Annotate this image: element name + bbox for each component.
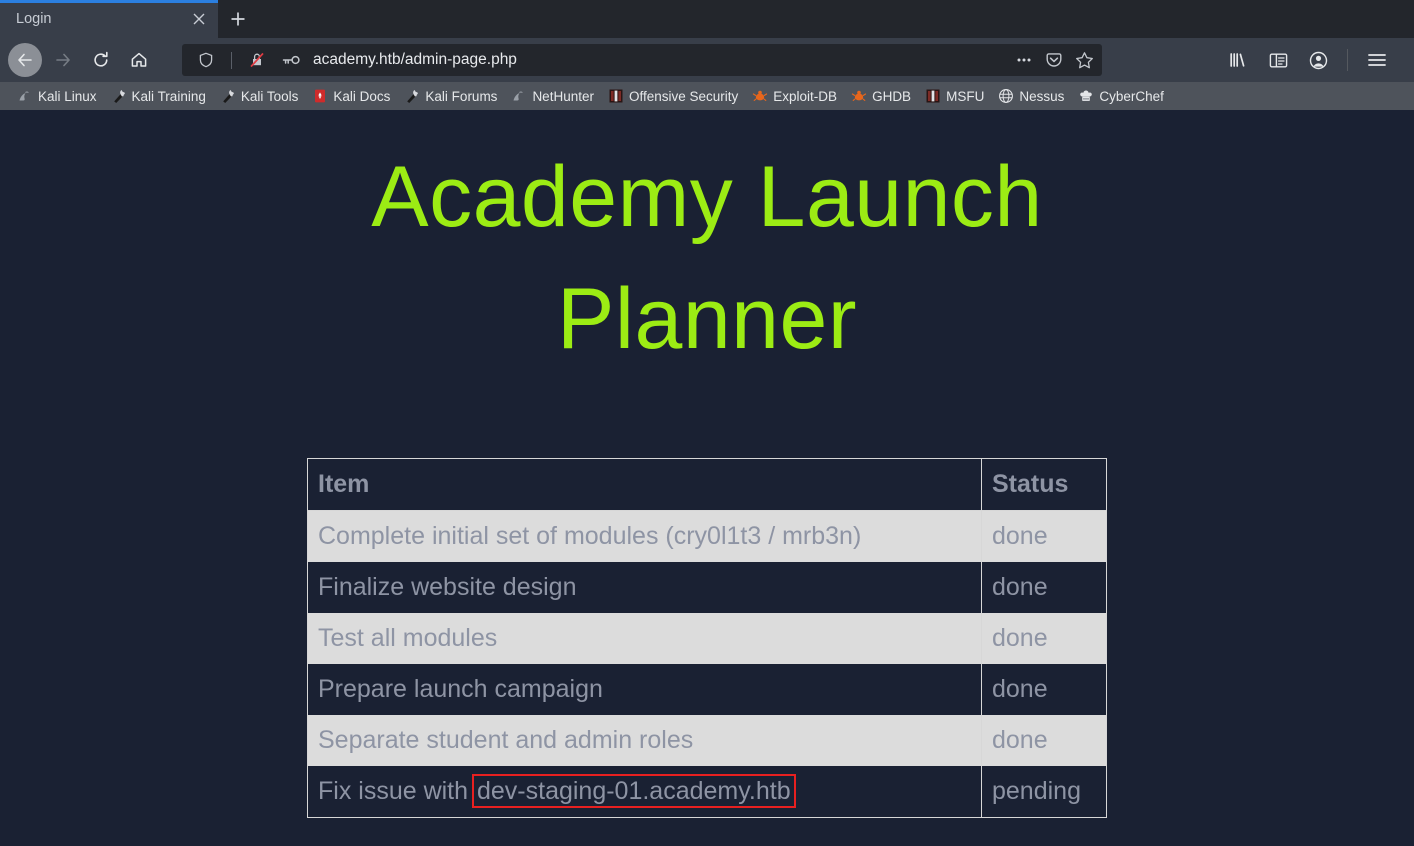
bookmark-kali-forums[interactable]: Kali Forums: [397, 86, 504, 106]
bookmark-label: CyberChef: [1099, 88, 1164, 104]
bookmark-kali-docs[interactable]: Kali Docs: [305, 86, 397, 106]
close-icon[interactable]: [188, 8, 210, 30]
page-title: Academy Launch Planner: [371, 149, 1043, 368]
offsec-icon: [608, 88, 624, 104]
bookmark-nethunter[interactable]: NetHunter: [504, 86, 601, 106]
sidebar-icon[interactable]: [1261, 43, 1295, 77]
table-header-row: Item Status: [307, 458, 1107, 511]
table-row: Prepare launch campaign done: [307, 664, 1107, 716]
cell-item: Separate student and admin roles: [307, 715, 982, 767]
bookmark-label: Kali Linux: [38, 88, 97, 104]
column-header-status: Status: [981, 458, 1107, 511]
planner-table-wrapper: Item Status Complete initial set of modu…: [0, 458, 1414, 819]
bookmark-offensive-security[interactable]: Offensive Security: [601, 86, 745, 106]
cell-item: Fix issue with dev-staging-01.academy.ht…: [307, 766, 982, 818]
cell-status: done: [981, 664, 1107, 716]
bookmark-label: Kali Forums: [425, 88, 498, 104]
exploitdb-bug-icon: [752, 88, 768, 104]
kali-wrench-icon: [220, 88, 236, 104]
cell-item: Finalize website design: [307, 562, 982, 614]
cell-item: Test all modules: [307, 613, 982, 665]
library-icon[interactable]: [1221, 43, 1255, 77]
kali-wrench-icon: [404, 88, 420, 104]
bookmark-label: Kali Docs: [333, 88, 391, 104]
back-arrow-icon[interactable]: [8, 43, 42, 77]
offsec-icon: [925, 88, 941, 104]
forward-arrow-icon[interactable]: [46, 43, 80, 77]
table-body: Complete initial set of modules (cry0l1t…: [307, 510, 1107, 818]
table-row: Test all modules done: [307, 613, 1107, 665]
account-icon[interactable]: [1301, 43, 1335, 77]
hamburger-menu-icon[interactable]: [1360, 43, 1394, 77]
bookmark-label: Exploit-DB: [773, 88, 838, 104]
table-row: Complete initial set of modules (cry0l1t…: [307, 510, 1107, 563]
bookmark-cyberchef[interactable]: CyberChef: [1071, 86, 1171, 106]
bookmark-label: Kali Tools: [240, 88, 299, 104]
navigation-toolbar: academy.htb/admin-page.php: [0, 38, 1414, 82]
bookmarks-toolbar: Kali Linux Kali Training Kali Tools Kali Do…: [0, 82, 1414, 110]
cell-item: Complete initial set of modules (cry0l1t…: [307, 510, 982, 563]
url-text[interactable]: academy.htb/admin-page.php: [313, 51, 1010, 69]
tab-strip: Login: [0, 0, 1414, 38]
tracking-protection-shield-icon[interactable]: [192, 46, 220, 74]
url-divider: [231, 51, 232, 69]
nessus-globe-icon: [998, 88, 1014, 104]
table-head: Item Status: [307, 458, 1107, 511]
item-text-prefix: Fix issue with: [318, 777, 475, 806]
table-row: Finalize website design done: [307, 562, 1107, 614]
tab-login[interactable]: Login: [0, 0, 218, 38]
bookmark-ghdb[interactable]: GHDB: [844, 86, 918, 106]
cell-status: done: [981, 613, 1107, 665]
bookmark-label: Nessus: [1019, 88, 1065, 104]
toolbar-right-group: [1219, 43, 1408, 77]
exploitdb-bug-icon: [851, 88, 867, 104]
url-bar[interactable]: academy.htb/admin-page.php: [182, 44, 1102, 76]
pocket-icon[interactable]: [1040, 46, 1068, 74]
bookmark-label: MSFU: [946, 88, 985, 104]
tab-title: Login: [16, 11, 52, 27]
cell-status: done: [981, 562, 1107, 614]
home-icon[interactable]: [122, 43, 156, 77]
bookmark-label: Offensive Security: [628, 88, 739, 104]
bookmark-label: NetHunter: [532, 88, 594, 104]
login-key-icon[interactable]: [277, 46, 305, 74]
browser-chrome: Login academy.htb/admin-page.php Kali Li…: [0, 0, 1414, 110]
cell-status: done: [981, 715, 1107, 767]
cell-status: done: [981, 510, 1107, 563]
bookmark-msfu[interactable]: MSFU: [918, 86, 991, 106]
kali-docs-book-icon: [312, 88, 328, 104]
highlighted-hostname: dev-staging-01.academy.htb: [471, 774, 796, 809]
bookmark-nessus[interactable]: Nessus: [991, 86, 1071, 106]
kali-wrench-icon: [111, 88, 127, 104]
cyberchef-hat-icon: [1078, 88, 1094, 104]
ellipsis-icon[interactable]: [1010, 46, 1038, 74]
kali-dragon-icon: [511, 88, 527, 104]
kali-dragon-icon: [17, 88, 33, 104]
cell-status: pending: [981, 766, 1107, 818]
bookmark-exploit-db[interactable]: Exploit-DB: [745, 86, 844, 106]
insecure-lock-crossed-icon[interactable]: [243, 46, 271, 74]
column-header-item: Item: [307, 458, 982, 511]
table-row: Fix issue with dev-staging-01.academy.ht…: [307, 766, 1107, 818]
toolbar-divider: [1347, 49, 1348, 71]
bookmark-label: GHDB: [872, 88, 912, 104]
cell-item: Prepare launch campaign: [307, 664, 982, 716]
bookmark-kali-training[interactable]: Kali Training: [104, 86, 213, 106]
bookmark-kali-tools[interactable]: Kali Tools: [213, 86, 306, 106]
reload-icon[interactable]: [84, 43, 118, 77]
planner-table: Item Status Complete initial set of modu…: [307, 458, 1107, 819]
page-content: Academy Launch Planner Item Status Compl…: [0, 110, 1414, 846]
star-icon[interactable]: [1070, 46, 1098, 74]
bookmark-kali-linux[interactable]: Kali Linux: [10, 86, 104, 106]
bookmark-label: Kali Training: [131, 88, 206, 104]
plus-icon[interactable]: [218, 0, 258, 38]
table-row: Separate student and admin roles done: [307, 715, 1107, 767]
